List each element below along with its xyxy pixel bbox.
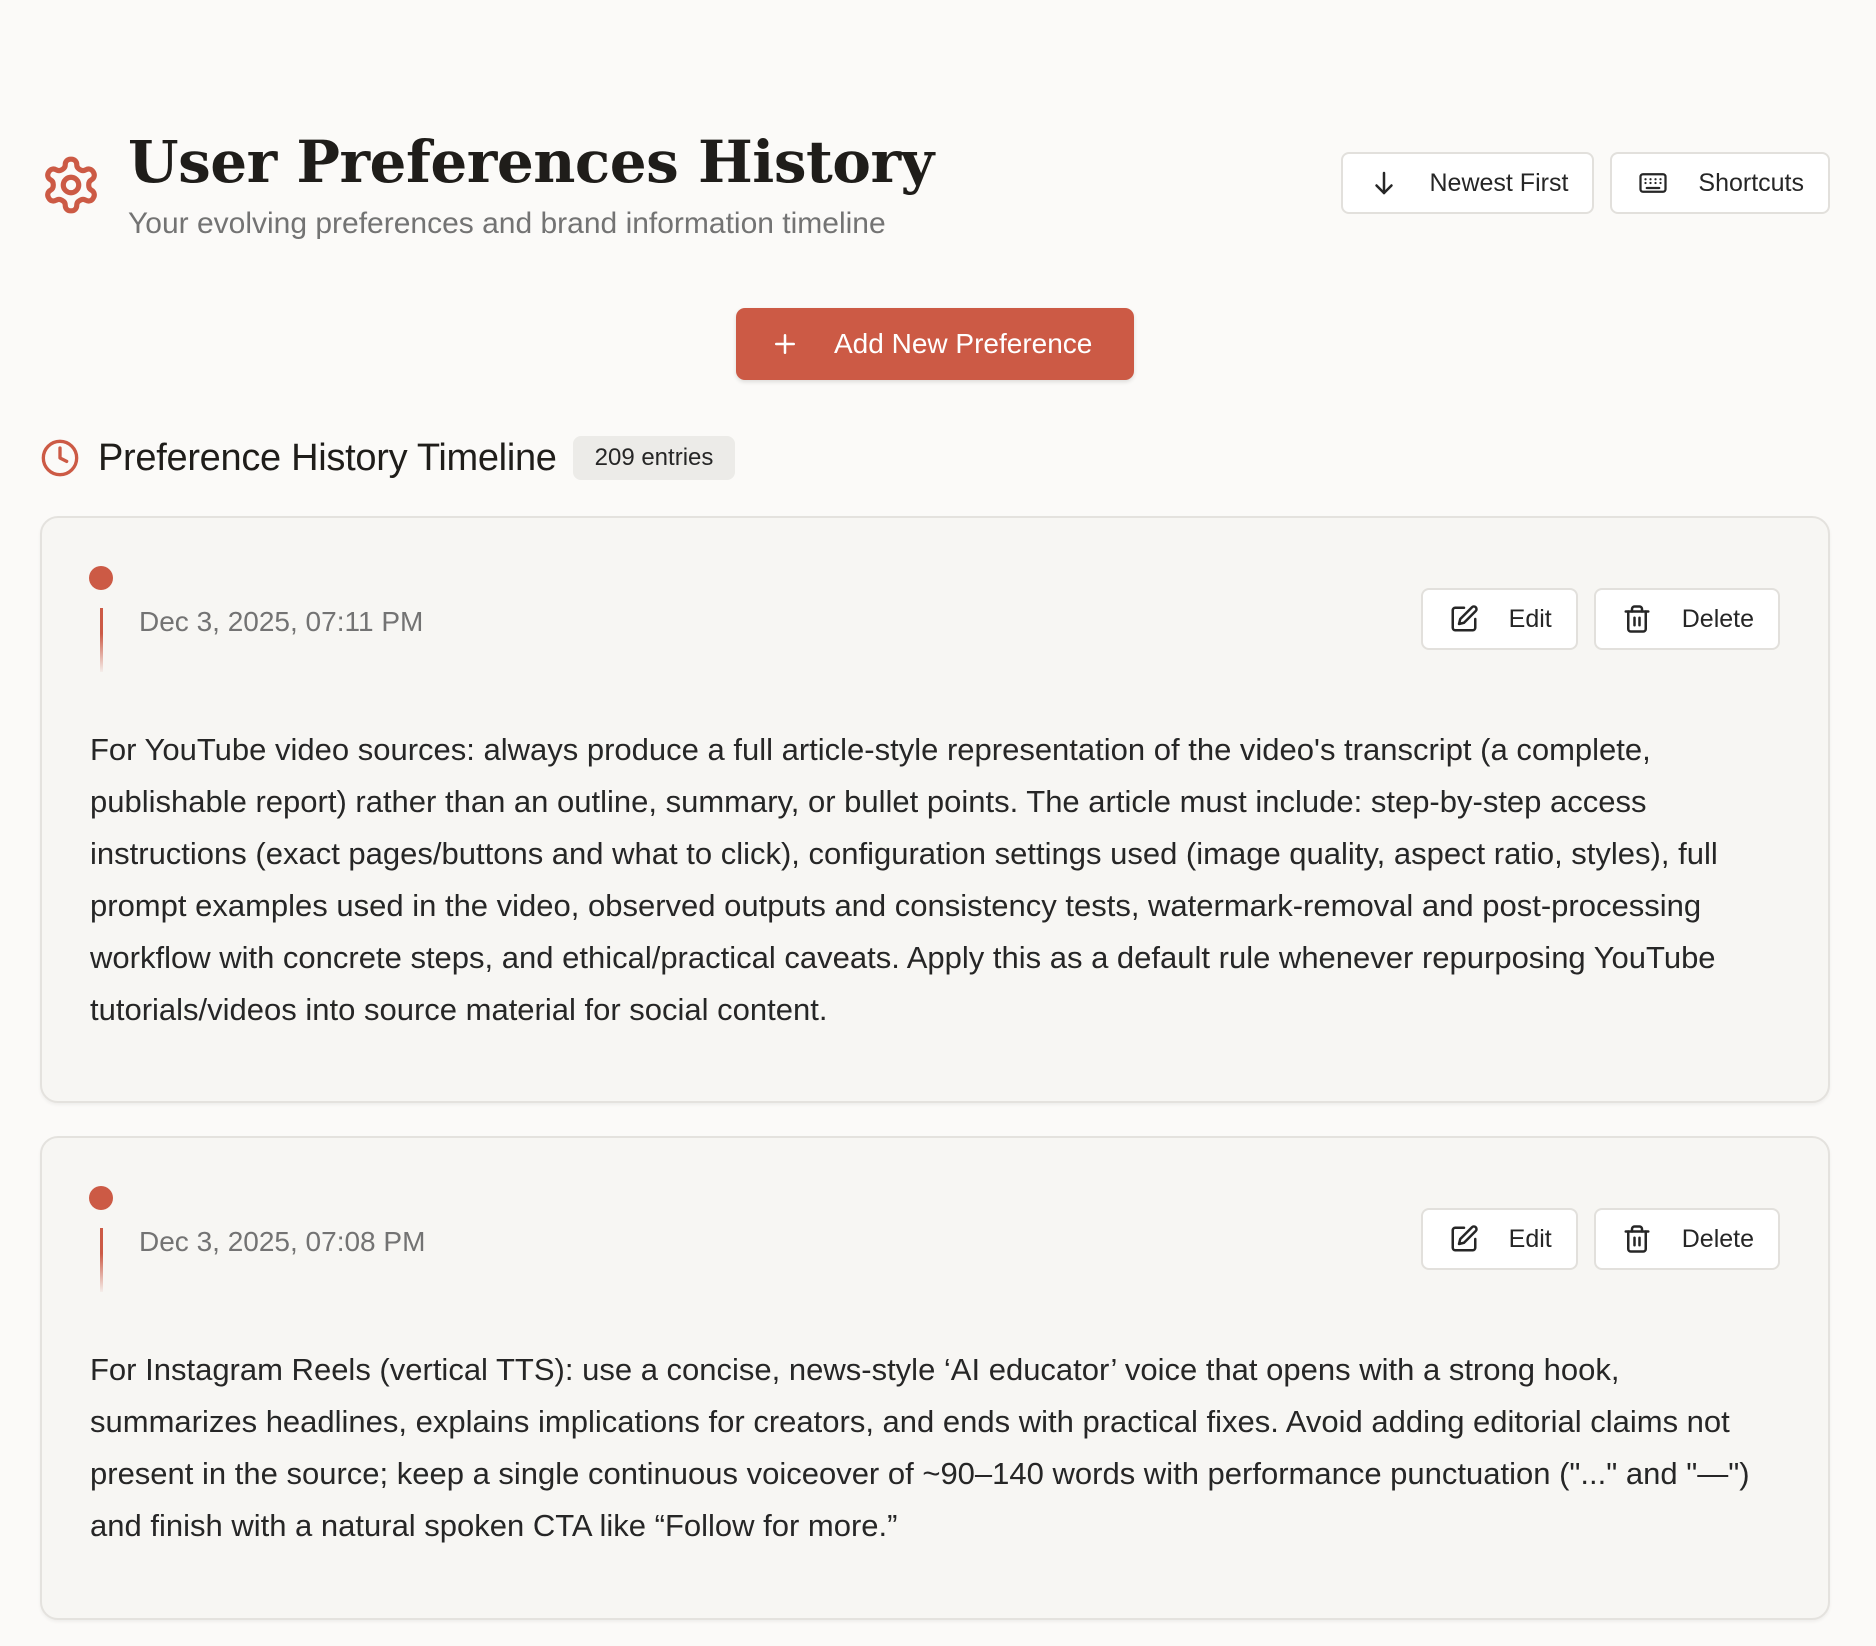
delete-button-label: Delete	[1681, 1224, 1754, 1253]
preference-entry-card: Dec 3, 2025, 07:11 PM Edit Delete For Yo…	[40, 516, 1830, 1103]
shortcuts-button[interactable]: Shortcuts	[1610, 152, 1830, 214]
timeline-line	[100, 608, 103, 672]
add-preference-label: Add New Preference	[834, 328, 1093, 359]
keyboard-icon	[1638, 168, 1668, 198]
entry-text: For YouTube video sources: always produc…	[90, 732, 1718, 1027]
timeline-title: Preference History Timeline	[98, 436, 557, 479]
gear-icon	[40, 154, 102, 216]
add-preference-button[interactable]: Add New Preference	[736, 308, 1134, 380]
entry-date: Dec 3, 2025, 07:08 PM	[139, 1226, 426, 1257]
edit-icon	[1449, 1224, 1479, 1254]
delete-button[interactable]: Delete	[1593, 588, 1780, 650]
trash-icon	[1622, 604, 1652, 634]
delete-button-label: Delete	[1681, 604, 1754, 633]
entry-actions: Edit Delete	[1420, 1208, 1780, 1270]
header-actions: Newest First Shortcuts	[1341, 152, 1830, 214]
page-subtitle: Your evolving preferences and brand info…	[128, 207, 886, 240]
timeline-dot	[89, 1186, 113, 1210]
plus-icon	[770, 329, 800, 359]
clock-icon	[40, 438, 80, 478]
delete-button[interactable]: Delete	[1593, 1208, 1780, 1270]
entry-text: For Instagram Reels (vertical TTS): use …	[90, 1352, 1750, 1543]
edit-icon	[1449, 604, 1479, 634]
shortcuts-button-label: Shortcuts	[1698, 168, 1804, 197]
timeline-dot	[89, 566, 113, 590]
arrow-down-icon	[1369, 168, 1399, 198]
entry-actions: Edit Delete	[1420, 588, 1780, 650]
entries-count-badge: 209 entries	[572, 436, 736, 480]
edit-button[interactable]: Edit	[1420, 588, 1578, 650]
edit-button-label: Edit	[1508, 1224, 1552, 1253]
timeline-line	[100, 1228, 103, 1292]
trash-icon	[1622, 1224, 1652, 1254]
edit-button[interactable]: Edit	[1420, 1208, 1578, 1270]
timeline-header: Preference History Timeline 209 entries	[40, 434, 736, 482]
entry-date: Dec 3, 2025, 07:11 PM	[139, 606, 424, 637]
sort-button-label: Newest First	[1429, 168, 1569, 197]
sort-button[interactable]: Newest First	[1341, 152, 1595, 214]
edit-button-label: Edit	[1508, 604, 1552, 633]
page-title: User Preferences History	[128, 128, 934, 196]
page-header: User Preferences History Your evolving p…	[40, 126, 1830, 246]
preference-entry-card: Dec 3, 2025, 07:08 PM Edit Delete For In…	[40, 1136, 1830, 1620]
